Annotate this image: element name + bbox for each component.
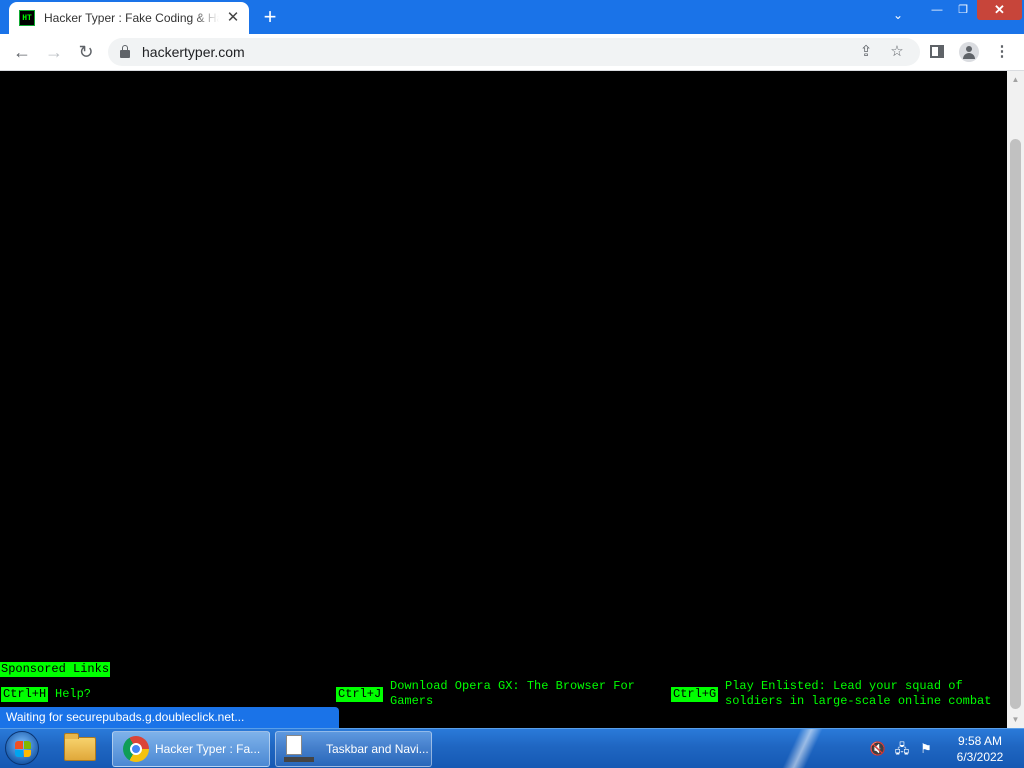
volume-muted-icon[interactable]: 🔇 [868, 739, 888, 759]
new-tab-button[interactable]: + [258, 6, 282, 30]
start-button[interactable] [5, 731, 39, 765]
maximize-button[interactable]: ❐ [950, 0, 976, 20]
enlisted-link[interactable]: Play Enlisted: Lead your squad of soldie… [725, 679, 1005, 709]
taskbar-settings-button[interactable]: Taskbar and Navi... [275, 731, 432, 767]
star-icon[interactable]: ☆ [887, 42, 907, 62]
page-scrollbar[interactable]: ▲ ▼ [1007, 71, 1024, 728]
chrome-icon [123, 736, 149, 762]
document-checklist-icon [284, 735, 314, 763]
address-bar[interactable]: hackertyper.com ⇪ ☆ [108, 38, 920, 66]
menu-icon[interactable]: ⋮ [991, 42, 1013, 62]
status-bubble: Waiting for securepubads.g.doubleclick.n… [0, 707, 339, 728]
wallpaper-streak [760, 729, 840, 768]
hackertyper-favicon-icon: HT [19, 10, 35, 26]
clock-date: 6/3/2022 [956, 750, 1004, 764]
folder-icon [64, 733, 96, 761]
forward-button[interactable]: → [41, 40, 67, 64]
hotkey-ctrl-g[interactable]: Ctrl+G [671, 687, 719, 702]
tab-strip: HT Hacker Typer : Fake Coding & Hacker S… [0, 0, 1024, 34]
lock-icon[interactable] [120, 45, 130, 58]
network-icon[interactable]: 🖧 [892, 739, 912, 759]
side-panel-icon[interactable] [926, 42, 948, 62]
hacker-typer-terminal[interactable]: Sponsored Links Ctrl+H Help? Ctrl+J Down… [0, 71, 1007, 728]
hotkey-ctrl-h[interactable]: Ctrl+H [1, 687, 49, 702]
taskbar-settings-label: Taskbar and Navi... [326, 742, 429, 756]
taskbar-chrome-button[interactable]: Hacker Typer : Fa... [112, 731, 270, 767]
hotkey-ctrl-j[interactable]: Ctrl+J [336, 687, 384, 702]
scroll-down-icon[interactable]: ▼ [1007, 711, 1024, 728]
back-button[interactable]: ← [9, 40, 35, 64]
tab-title: Hacker Typer : Fake Coding & Hacker Simu… [44, 11, 219, 25]
windows-taskbar: Hacker Typer : Fa... Taskbar and Navi...… [0, 728, 1024, 768]
close-window-button[interactable]: ✕ [977, 0, 1022, 20]
scroll-up-icon[interactable]: ▲ [1007, 71, 1024, 88]
file-explorer-button[interactable] [56, 731, 104, 767]
windows-logo-icon [15, 741, 31, 757]
profile-icon[interactable] [958, 42, 980, 62]
sponsored-links-label: Sponsored Links [0, 662, 111, 677]
share-icon[interactable]: ⇪ [856, 42, 876, 62]
scroll-thumb[interactable] [1010, 139, 1021, 709]
tab-close-icon[interactable]: ✕ [225, 10, 241, 26]
system-clock[interactable]: 9:58 AM 6/3/2022 [944, 733, 1016, 765]
taskbar-chrome-label: Hacker Typer : Fa... [155, 742, 261, 756]
reload-button[interactable]: ↻ [73, 40, 99, 64]
browser-toolbar: ← → ↻ hackertyper.com ⇪ ☆ ⋮ [0, 34, 1024, 71]
system-tray: 🔇 🖧 ⚑ [868, 729, 940, 768]
action-center-icon[interactable]: ⚑ [916, 739, 936, 759]
minimize-button[interactable]: — [924, 0, 950, 20]
url-text[interactable]: hackertyper.com [142, 44, 245, 60]
tab-search-chevron-icon[interactable]: ⌄ [887, 8, 909, 26]
opera-gx-link[interactable]: Download Opera GX: The Browser For Gamer… [390, 679, 650, 709]
help-link[interactable]: Help? [55, 687, 91, 702]
tab-hackertyper[interactable]: HT Hacker Typer : Fake Coding & Hacker S… [9, 2, 249, 34]
clock-time: 9:58 AM [957, 734, 1003, 748]
